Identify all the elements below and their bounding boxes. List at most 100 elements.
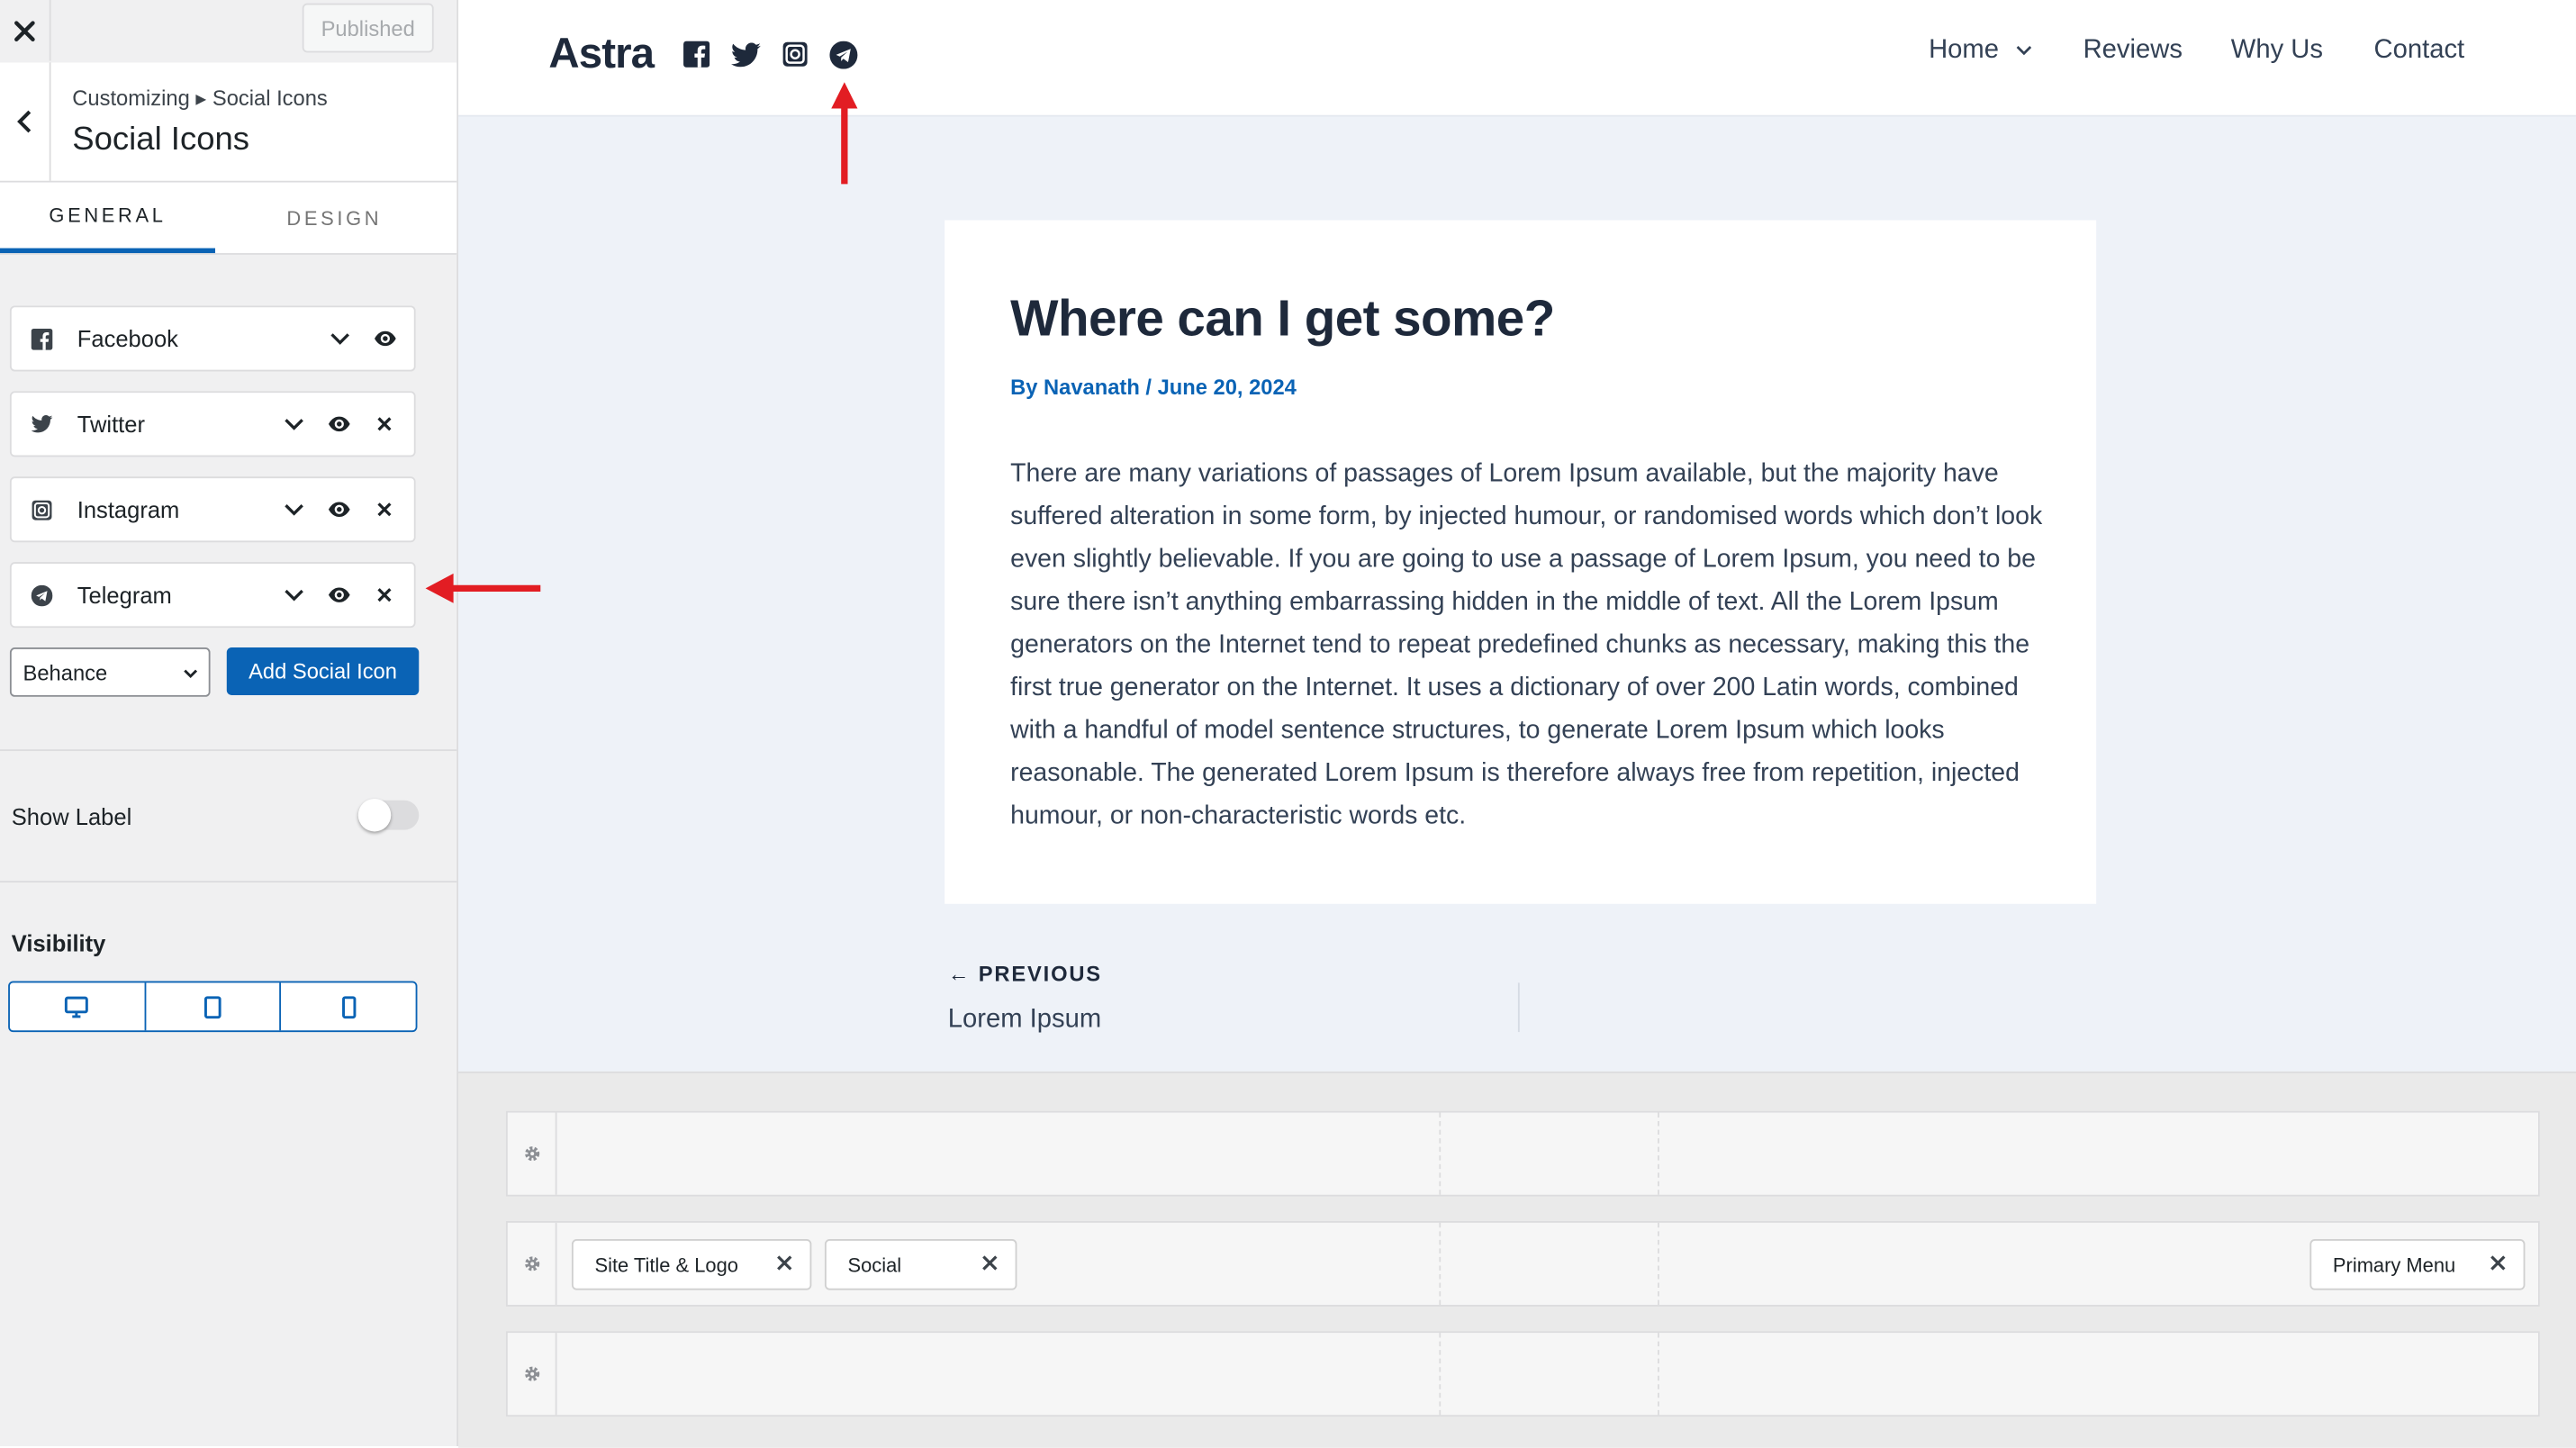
social-item-telegram[interactable]: Telegram	[9, 562, 416, 629]
customizer-topbar: Published	[0, 0, 457, 65]
annotation-arrow-up	[831, 82, 858, 185]
back-button[interactable]	[0, 62, 51, 181]
chevron-left-icon	[17, 110, 32, 133]
builder-row-primary: Site Title & Logo Social Primary Menu	[505, 1220, 2540, 1307]
column-divider	[1439, 1112, 1442, 1195]
post-meta[interactable]: By Navanath / June 20, 2024	[1010, 375, 1297, 399]
show-label-text: Show Label	[11, 803, 132, 830]
add-social-icon-button[interactable]: Add Social Icon	[226, 647, 420, 695]
visibility-desktop-button[interactable]	[10, 982, 146, 1031]
post-title: Where can I get some?	[1010, 289, 1555, 348]
row-settings-button[interactable]	[508, 1222, 557, 1306]
show-label-toggle[interactable]	[357, 798, 420, 832]
nav-item-why-us[interactable]: Why Us	[2231, 36, 2323, 66]
close-icon	[14, 20, 35, 41]
social-network-select[interactable]: Behance	[9, 647, 211, 697]
site-title[interactable]: Astra	[548, 28, 655, 79]
visibility-mobile-button[interactable]	[282, 982, 416, 1030]
article-card: Where can I get some? By Navanath / June…	[945, 220, 2097, 904]
remove-icon[interactable]	[376, 502, 393, 518]
builder-chip-social[interactable]: Social	[824, 1239, 1017, 1290]
instagram-icon	[32, 500, 52, 520]
close-icon[interactable]	[2489, 1253, 2507, 1272]
social-item-facebook[interactable]: Facebook	[9, 305, 416, 372]
social-item-twitter[interactable]: Twitter	[9, 391, 416, 457]
social-item-label: Instagram	[77, 496, 180, 523]
select-value: Behance	[23, 660, 108, 686]
annotation-arrow-left	[425, 573, 541, 603]
nav-item-home[interactable]: Home	[1929, 36, 2032, 66]
social-item-instagram[interactable]: Instagram	[9, 476, 416, 543]
close-icon[interactable]	[775, 1253, 793, 1272]
customizer-sidebar: Published Customizing ▸ Social Icons Soc…	[0, 0, 459, 1446]
arrow-left-icon: ←	[947, 961, 972, 986]
tab-design[interactable]: DESIGN	[227, 183, 442, 253]
breadcrumb: Customizing ▸ Social Icons	[72, 85, 328, 111]
column-divider	[1658, 1333, 1661, 1416]
gear-icon	[524, 1366, 539, 1381]
previous-label-text: PREVIOUS	[978, 961, 1102, 986]
chevron-down-icon[interactable]	[283, 584, 306, 607]
publish-button[interactable]: Published	[302, 3, 434, 53]
facebook-icon	[31, 329, 53, 350]
section-header: Customizing ▸ Social Icons Social Icons	[0, 62, 457, 183]
builder-chip-primary-menu[interactable]: Primary Menu	[2309, 1239, 2526, 1290]
builder-chip-site-title-logo[interactable]: Site Title & Logo	[571, 1239, 812, 1290]
nav-item-reviews[interactable]: Reviews	[2083, 36, 2183, 66]
previous-post-title[interactable]: Lorem Ipsum	[948, 1006, 1101, 1036]
eye-icon[interactable]	[327, 498, 351, 521]
divider	[0, 749, 457, 752]
twitter-icon[interactable]	[730, 42, 761, 68]
visibility-device-group	[8, 981, 418, 1033]
eye-icon[interactable]	[373, 327, 397, 350]
chevron-down-icon	[184, 669, 198, 679]
site-header: Astra Home Reviews Why Us Contact	[458, 0, 2576, 117]
mobile-icon	[341, 995, 356, 1018]
telegram-icon[interactable]	[829, 41, 858, 69]
builder-row-above	[505, 1110, 2540, 1197]
desktop-icon	[65, 995, 89, 1018]
nav-item-label: Home	[1929, 36, 1999, 65]
telegram-icon	[31, 584, 53, 607]
column-divider	[1439, 1222, 1442, 1306]
visibility-title: Visibility	[11, 929, 106, 957]
tab-bar: GENERAL DESIGN	[0, 182, 457, 255]
header-builder: Site Title & Logo Social Primary Menu	[458, 1071, 2576, 1448]
gear-icon	[524, 1146, 539, 1162]
remove-icon[interactable]	[376, 587, 393, 603]
chevron-down-icon[interactable]	[283, 498, 306, 521]
toggle-knob	[357, 798, 392, 832]
chevron-down-icon	[2016, 46, 2032, 56]
twitter-icon	[31, 414, 53, 433]
visibility-tablet-button[interactable]	[146, 982, 282, 1031]
social-item-label: Telegram	[77, 582, 172, 609]
chip-label: Site Title & Logo	[594, 1253, 738, 1278]
site-preview: Astra Home Reviews Why Us Contact Where …	[458, 0, 2576, 1072]
remove-icon[interactable]	[376, 416, 393, 432]
eye-icon[interactable]	[327, 412, 351, 436]
chevron-down-icon[interactable]	[329, 327, 352, 350]
column-divider	[1439, 1333, 1442, 1416]
post-body: There are many variations of passages of…	[1010, 460, 2043, 830]
section-title: Social Icons	[72, 122, 250, 158]
eye-icon[interactable]	[327, 584, 351, 607]
previous-post-label[interactable]: ← PREVIOUS	[948, 962, 1102, 986]
builder-row-below	[505, 1331, 2540, 1417]
tab-general[interactable]: GENERAL	[0, 183, 216, 254]
gear-icon	[524, 1256, 539, 1272]
close-icon[interactable]	[981, 1253, 999, 1272]
instagram-icon[interactable]	[782, 41, 809, 68]
nav-item-contact[interactable]: Contact	[2374, 36, 2465, 66]
row-settings-button[interactable]	[508, 1333, 557, 1416]
column-divider	[1658, 1112, 1661, 1195]
chip-label: Social	[847, 1253, 902, 1278]
facebook-icon[interactable]	[683, 41, 710, 68]
row-settings-button[interactable]	[508, 1112, 557, 1195]
column-divider	[1658, 1222, 1661, 1306]
chevron-down-icon[interactable]	[283, 412, 306, 436]
tablet-icon	[203, 995, 221, 1018]
post-nav-divider	[1517, 982, 1520, 1033]
social-item-label: Facebook	[77, 325, 178, 352]
chip-label: Primary Menu	[2332, 1253, 2456, 1278]
close-customizer-button[interactable]	[0, 0, 51, 61]
